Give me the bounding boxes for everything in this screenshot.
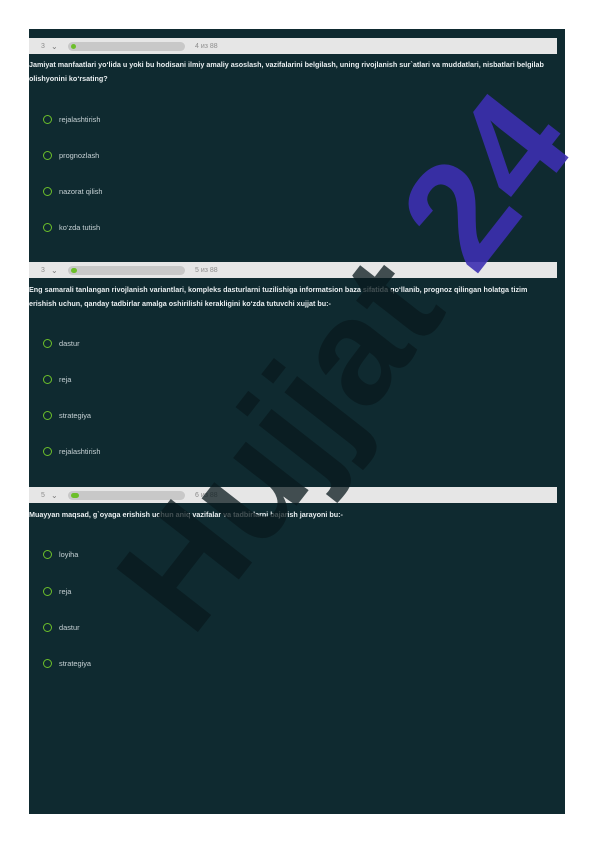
answer-label: rejalashtirish <box>59 446 101 456</box>
answer-option[interactable]: strategiya <box>43 657 91 669</box>
answer-option[interactable]: reja <box>43 585 71 597</box>
answer-label: loyiha <box>59 549 79 559</box>
answer-label: nazorat qilish <box>59 186 103 196</box>
question-number-select[interactable]: 3 <box>41 267 51 274</box>
answer-label: rejalashtirish <box>59 114 101 124</box>
answer-option[interactable]: dastur <box>43 621 80 633</box>
answer-option[interactable]: loyiha <box>43 548 78 560</box>
radio-circle-icon[interactable] <box>43 410 52 420</box>
progress-fill <box>71 492 79 498</box>
question-counter: 4 из 88 <box>195 42 218 50</box>
progress-bar <box>68 490 185 500</box>
quiz-panel: 3 ⌄ 4 из 88 Jamiyat manfaatlari yo‘lida … <box>29 29 565 814</box>
radio-circle-icon[interactable] <box>43 186 52 196</box>
radio-circle-icon[interactable] <box>43 374 52 384</box>
progress-bar <box>68 265 185 275</box>
answer-option[interactable]: reja <box>43 373 71 385</box>
answer-label: reja <box>59 374 72 384</box>
radio-circle-icon[interactable] <box>43 549 52 559</box>
answer-label: ko‘zda tutish <box>59 222 101 232</box>
progress-fill <box>71 267 77 273</box>
question-header: 3 ⌄ 5 из 88 <box>29 262 557 278</box>
question-text: Eng samarali tanlangan rivojlanish varia… <box>29 285 528 308</box>
chevron-down-icon[interactable]: ⌄ <box>51 266 65 275</box>
answer-option[interactable]: rejalashtirish <box>43 445 101 457</box>
radio-circle-icon[interactable] <box>43 150 52 160</box>
progress-bar <box>68 41 185 51</box>
radio-circle-icon[interactable] <box>43 622 52 632</box>
radio-circle-icon[interactable] <box>43 114 52 124</box>
question-header: 5 ⌄ 6 из 88 <box>29 487 557 503</box>
question-counter: 6 из 88 <box>195 491 218 499</box>
chevron-down-icon[interactable]: ⌄ <box>51 491 65 500</box>
answer-label: dastur <box>59 622 80 632</box>
radio-circle-icon[interactable] <box>43 338 52 348</box>
question-number-select[interactable]: 3 <box>41 43 51 50</box>
radio-circle-icon[interactable] <box>43 658 52 668</box>
answer-label: reja <box>59 586 72 596</box>
progress-fill <box>71 43 76 49</box>
radio-circle-icon[interactable] <box>43 446 52 456</box>
answer-option[interactable]: strategiya <box>43 409 91 421</box>
question-text: Muayyan maqsad, g`oyaga erishish uchun a… <box>29 510 343 519</box>
question-number-select[interactable]: 5 <box>41 492 51 499</box>
answer-label: strategiya <box>59 410 92 420</box>
question-counter: 5 из 88 <box>195 266 218 274</box>
answer-label: strategiya <box>59 658 92 668</box>
answer-label: dastur <box>59 338 80 348</box>
answer-option[interactable]: nazorat qilish <box>43 185 103 197</box>
answer-option[interactable]: dastur <box>43 337 80 349</box>
answer-option[interactable]: ko‘zda tutish <box>43 221 100 233</box>
radio-circle-icon[interactable] <box>43 586 52 596</box>
answer-label: prognozlash <box>59 150 100 160</box>
question-text: Jamiyat manfaatlari yo‘lida u yoki bu ho… <box>29 60 544 83</box>
chevron-down-icon[interactable]: ⌄ <box>51 42 65 51</box>
question-header: 3 ⌄ 4 из 88 <box>29 38 557 54</box>
radio-circle-icon[interactable] <box>43 222 52 232</box>
answer-option[interactable]: rejalashtirish <box>43 113 101 125</box>
answer-option[interactable]: prognozlash <box>43 149 99 161</box>
